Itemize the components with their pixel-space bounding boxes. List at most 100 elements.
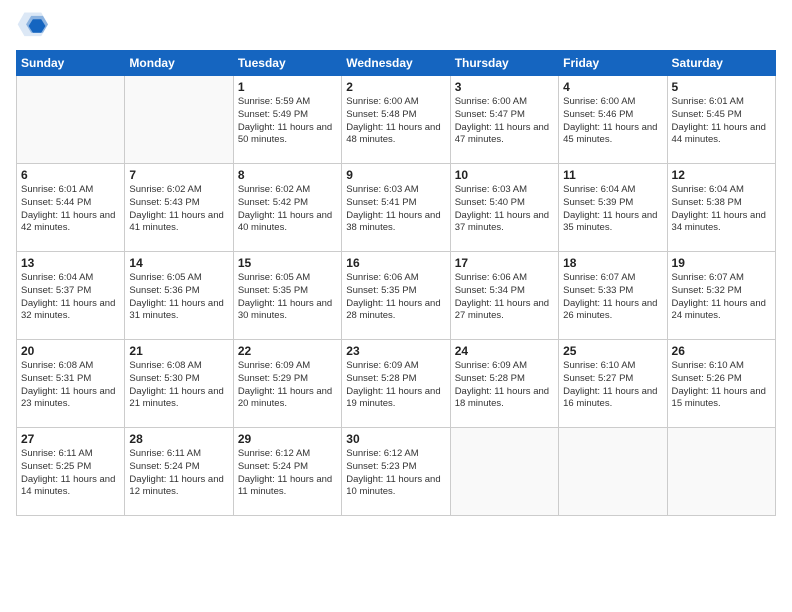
calendar-week-row: 1 Sunrise: 5:59 AMSunset: 5:49 PMDaylight… — [17, 76, 776, 164]
calendar-cell: 16 Sunrise: 6:06 AMSunset: 5:35 PMDayligh… — [342, 252, 450, 340]
calendar-cell: 23 Sunrise: 6:09 AMSunset: 5:28 PMDayligh… — [342, 340, 450, 428]
calendar-cell: 3 Sunrise: 6:00 AMSunset: 5:47 PMDaylight… — [450, 76, 558, 164]
day-detail: Sunrise: 6:10 AMSunset: 5:26 PMDaylight:… — [672, 360, 771, 411]
calendar-cell — [125, 76, 233, 164]
day-number: 11 — [563, 168, 662, 182]
calendar-cell: 11 Sunrise: 6:04 AMSunset: 5:39 PMDayligh… — [559, 164, 667, 252]
day-detail: Sunrise: 6:09 AMSunset: 5:29 PMDaylight:… — [238, 360, 337, 411]
weekday-header: Sunday — [17, 51, 125, 76]
day-number: 25 — [563, 344, 662, 358]
day-detail: Sunrise: 6:08 AMSunset: 5:30 PMDaylight:… — [129, 360, 228, 411]
day-number: 13 — [21, 256, 120, 270]
day-detail: Sunrise: 6:12 AMSunset: 5:24 PMDaylight:… — [238, 448, 337, 499]
calendar-week-row: 20 Sunrise: 6:08 AMSunset: 5:31 PMDayligh… — [17, 340, 776, 428]
day-detail: Sunrise: 6:06 AMSunset: 5:35 PMDaylight:… — [346, 272, 445, 323]
weekday-header: Monday — [125, 51, 233, 76]
day-detail: Sunrise: 6:01 AMSunset: 5:45 PMDaylight:… — [672, 96, 771, 147]
day-detail: Sunrise: 6:00 AMSunset: 5:46 PMDaylight:… — [563, 96, 662, 147]
calendar-cell: 12 Sunrise: 6:04 AMSunset: 5:38 PMDayligh… — [667, 164, 775, 252]
day-number: 20 — [21, 344, 120, 358]
day-detail: Sunrise: 6:00 AMSunset: 5:47 PMDaylight:… — [455, 96, 554, 147]
calendar-header-row: SundayMondayTuesdayWednesdayThursdayFrid… — [17, 51, 776, 76]
day-number: 19 — [672, 256, 771, 270]
day-detail: Sunrise: 6:00 AMSunset: 5:48 PMDaylight:… — [346, 96, 445, 147]
day-detail: Sunrise: 6:09 AMSunset: 5:28 PMDaylight:… — [346, 360, 445, 411]
calendar-cell — [17, 76, 125, 164]
day-detail: Sunrise: 5:59 AMSunset: 5:49 PMDaylight:… — [238, 96, 337, 147]
day-detail: Sunrise: 6:04 AMSunset: 5:37 PMDaylight:… — [21, 272, 120, 323]
calendar-cell: 9 Sunrise: 6:03 AMSunset: 5:41 PMDaylight… — [342, 164, 450, 252]
day-detail: Sunrise: 6:03 AMSunset: 5:40 PMDaylight:… — [455, 184, 554, 235]
day-number: 16 — [346, 256, 445, 270]
page-header — [16, 12, 776, 40]
day-detail: Sunrise: 6:06 AMSunset: 5:34 PMDaylight:… — [455, 272, 554, 323]
day-number: 1 — [238, 80, 337, 94]
weekday-header: Saturday — [667, 51, 775, 76]
day-number: 29 — [238, 432, 337, 446]
day-detail: Sunrise: 6:07 AMSunset: 5:32 PMDaylight:… — [672, 272, 771, 323]
day-detail: Sunrise: 6:08 AMSunset: 5:31 PMDaylight:… — [21, 360, 120, 411]
calendar-cell: 13 Sunrise: 6:04 AMSunset: 5:37 PMDayligh… — [17, 252, 125, 340]
calendar-cell: 21 Sunrise: 6:08 AMSunset: 5:30 PMDayligh… — [125, 340, 233, 428]
calendar-week-row: 13 Sunrise: 6:04 AMSunset: 5:37 PMDayligh… — [17, 252, 776, 340]
day-detail: Sunrise: 6:02 AMSunset: 5:43 PMDaylight:… — [129, 184, 228, 235]
calendar-cell — [667, 428, 775, 516]
calendar-cell: 10 Sunrise: 6:03 AMSunset: 5:40 PMDayligh… — [450, 164, 558, 252]
calendar-cell: 6Sunrise: 6:01 AMSunset: 5:44 PMDaylight… — [17, 164, 125, 252]
calendar-cell: 14Sunrise: 6:05 AMSunset: 5:36 PMDayligh… — [125, 252, 233, 340]
day-number: 12 — [672, 168, 771, 182]
day-detail: Sunrise: 6:05 AMSunset: 5:35 PMDaylight:… — [238, 272, 337, 323]
day-number: 28 — [129, 432, 228, 446]
weekday-header: Thursday — [450, 51, 558, 76]
day-number: 17 — [455, 256, 554, 270]
calendar-cell: 20 Sunrise: 6:08 AMSunset: 5:31 PMDayligh… — [17, 340, 125, 428]
day-number: 2 — [346, 80, 445, 94]
day-detail: Sunrise: 6:01 AMSunset: 5:44 PMDaylight:… — [21, 184, 120, 235]
day-number: 27 — [21, 432, 120, 446]
calendar-cell: 17 Sunrise: 6:06 AMSunset: 5:34 PMDayligh… — [450, 252, 558, 340]
day-number: 7 — [129, 168, 228, 182]
day-detail: Sunrise: 6:03 AMSunset: 5:41 PMDaylight:… — [346, 184, 445, 235]
day-detail: Sunrise: 6:10 AMSunset: 5:27 PMDaylight:… — [563, 360, 662, 411]
calendar-cell: 26 Sunrise: 6:10 AMSunset: 5:26 PMDayligh… — [667, 340, 775, 428]
calendar-cell: 15 Sunrise: 6:05 AMSunset: 5:35 PMDayligh… — [233, 252, 341, 340]
day-detail: Sunrise: 6:09 AMSunset: 5:28 PMDaylight:… — [455, 360, 554, 411]
day-detail: Sunrise: 6:04 AMSunset: 5:39 PMDaylight:… — [563, 184, 662, 235]
logo — [16, 12, 52, 40]
weekday-header: Wednesday — [342, 51, 450, 76]
calendar-cell: 25 Sunrise: 6:10 AMSunset: 5:27 PMDayligh… — [559, 340, 667, 428]
calendar-cell: 2 Sunrise: 6:00 AMSunset: 5:48 PMDaylight… — [342, 76, 450, 164]
day-number: 10 — [455, 168, 554, 182]
calendar-cell: 5 Sunrise: 6:01 AMSunset: 5:45 PMDaylight… — [667, 76, 775, 164]
calendar-cell: 30 Sunrise: 6:12 AMSunset: 5:23 PMDayligh… — [342, 428, 450, 516]
calendar-cell: 4 Sunrise: 6:00 AMSunset: 5:46 PMDaylight… — [559, 76, 667, 164]
day-number: 5 — [672, 80, 771, 94]
calendar-cell: 1 Sunrise: 5:59 AMSunset: 5:49 PMDaylight… — [233, 76, 341, 164]
calendar-cell: 24Sunrise: 6:09 AMSunset: 5:28 PMDayligh… — [450, 340, 558, 428]
weekday-header: Friday — [559, 51, 667, 76]
calendar-cell: 18 Sunrise: 6:07 AMSunset: 5:33 PMDayligh… — [559, 252, 667, 340]
calendar-cell: 22 Sunrise: 6:09 AMSunset: 5:29 PMDayligh… — [233, 340, 341, 428]
day-number: 21 — [129, 344, 228, 358]
day-detail: Sunrise: 6:07 AMSunset: 5:33 PMDaylight:… — [563, 272, 662, 323]
calendar-cell: 29 Sunrise: 6:12 AMSunset: 5:24 PMDayligh… — [233, 428, 341, 516]
day-number: 15 — [238, 256, 337, 270]
day-detail: Sunrise: 6:11 AMSunset: 5:24 PMDaylight:… — [129, 448, 228, 499]
weekday-header: Tuesday — [233, 51, 341, 76]
calendar-cell — [559, 428, 667, 516]
day-number: 23 — [346, 344, 445, 358]
day-number: 26 — [672, 344, 771, 358]
day-number: 9 — [346, 168, 445, 182]
day-number: 22 — [238, 344, 337, 358]
calendar-cell: 28 Sunrise: 6:11 AMSunset: 5:24 PMDayligh… — [125, 428, 233, 516]
day-detail: Sunrise: 6:02 AMSunset: 5:42 PMDaylight:… — [238, 184, 337, 235]
day-detail: Sunrise: 6:04 AMSunset: 5:38 PMDaylight:… — [672, 184, 771, 235]
calendar-cell: 27Sunrise: 6:11 AMSunset: 5:25 PMDayligh… — [17, 428, 125, 516]
logo-icon — [16, 12, 48, 40]
day-number: 3 — [455, 80, 554, 94]
day-detail: Sunrise: 6:12 AMSunset: 5:23 PMDaylight:… — [346, 448, 445, 499]
calendar-cell — [450, 428, 558, 516]
day-number: 30 — [346, 432, 445, 446]
day-number: 4 — [563, 80, 662, 94]
day-number: 18 — [563, 256, 662, 270]
